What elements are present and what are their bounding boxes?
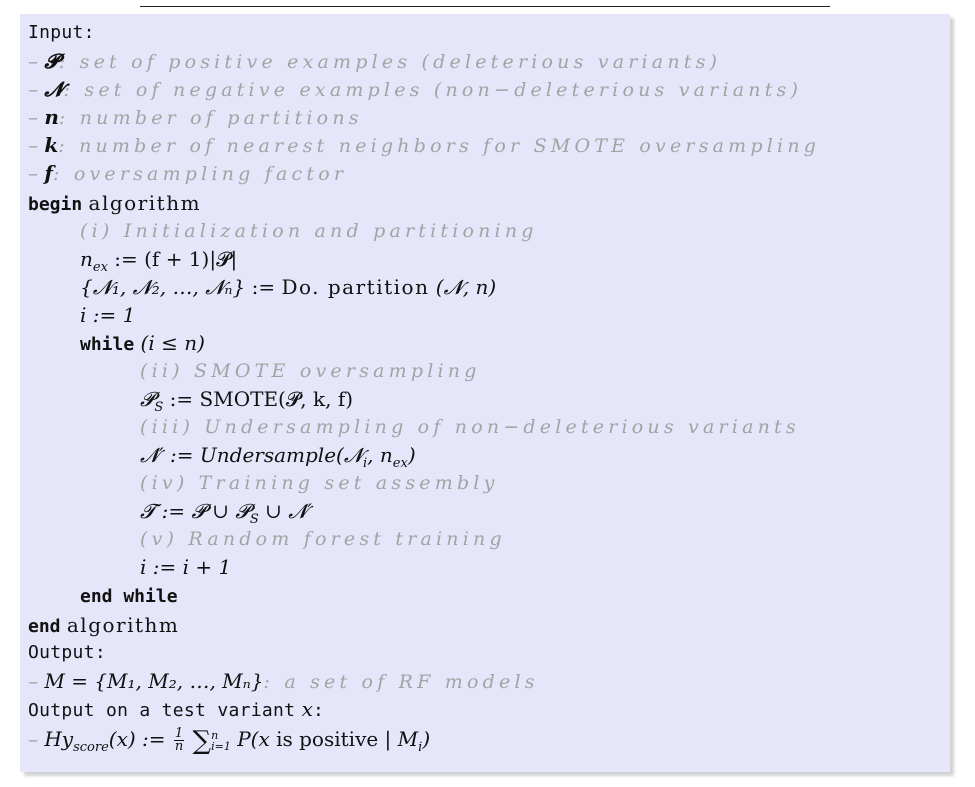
begin-algorithm-line: begin algorithm — [28, 189, 201, 217]
output-test-header: Output on a test variant — [28, 700, 296, 721]
algorithm-box: Input: – 𝓟: set of positive examples (de… — [20, 14, 950, 772]
input-header: Input: — [28, 22, 95, 43]
input-description: : oversampling factor — [52, 163, 348, 185]
end-algorithm-word: algorithm — [66, 613, 180, 637]
bullet-dash: – — [28, 669, 45, 693]
input-symbol: 𝓟 — [44, 49, 59, 73]
step-increment: i := i + 1 — [140, 555, 232, 579]
input-item-positive: – 𝓟: set of positive examples (deleterio… — [28, 47, 721, 75]
step-undersample: 𝓝′ := Undersample(𝓝i, nex) — [140, 443, 416, 471]
step-i-init: i := 1 — [80, 303, 136, 327]
input-item-factor: – f: oversampling factor — [28, 159, 347, 187]
score-formula-line: – Hyscore(x) := 1n ∑ n i=1 P(x is positive… — [28, 725, 431, 756]
sum-limits: n i=1 — [211, 728, 231, 753]
input-item-partitions: – n: number of partitions — [28, 103, 363, 131]
while-condition: (i ≤ n) — [140, 331, 205, 355]
input-description: : set of negative examples (non−deleteri… — [63, 79, 803, 101]
comment-undersampling: (iii) Undersampling of non−deleterious v… — [140, 416, 800, 438]
top-rule — [140, 6, 830, 7]
while-keyword: while — [80, 334, 135, 355]
step-nex: nex := (f + 1)|𝓟| — [80, 247, 238, 275]
begin-keyword: begin — [28, 194, 83, 215]
comment-initialization: (i) Initialization and partitioning — [80, 220, 538, 242]
end-keyword: end — [28, 616, 61, 637]
input-description: : set of positive examples (deleterious … — [58, 51, 722, 73]
step-partition: {𝓝₁, 𝓝₂, …, 𝓝ₙ} := Do. partition (𝓝, n) — [80, 275, 497, 299]
step-smote: 𝓟S := SMOTE(𝓟, k, f) — [140, 387, 354, 415]
output-test-variable: x — [301, 697, 313, 721]
output-item: – M = {M₁, M₂, …, Mₙ}: a set of RF model… — [28, 667, 539, 695]
bullet-dash: – — [28, 105, 45, 129]
output-test-line: Output on a test variant x: — [28, 695, 324, 723]
bullet-dash: – — [28, 49, 45, 73]
input-description: : number of partitions — [58, 107, 363, 129]
bullet-dash: – — [28, 161, 45, 185]
input-description: : number of nearest neighbors for SMOTE … — [58, 135, 821, 157]
input-symbol: k — [44, 133, 59, 157]
output-test-colon: : — [312, 700, 325, 721]
step-training-set: 𝓣 := 𝓟 ∪ 𝓟S ∪ 𝓝′ — [140, 499, 312, 527]
input-symbol: n — [44, 105, 59, 129]
algorithm-word: algorithm — [88, 191, 202, 215]
bullet-dash: – — [28, 133, 45, 157]
end-algorithm-line: end algorithm — [28, 611, 179, 639]
input-symbol: f — [44, 161, 53, 185]
output-header: Output: — [28, 642, 106, 663]
end-while-keyword: end while — [80, 586, 178, 607]
input-item-negative: – 𝓝: set of negative examples (non−delet… — [28, 75, 802, 103]
score-fraction: 1n — [173, 726, 185, 754]
input-item-neighbors: – k: number of nearest neighbors for SMO… — [28, 131, 820, 159]
comment-training-set: (iv) Training set assembly — [140, 472, 499, 494]
input-symbol: 𝓝 — [44, 77, 64, 101]
comment-random-forest: (v) Random forest training — [140, 528, 506, 550]
score-formula: Hyscore(x) := 1n ∑ n i=1 P(x is positive |… — [44, 726, 431, 756]
while-line: while (i ≤ n) — [80, 329, 205, 357]
output-set: M = {M₁, M₂, …, Mₙ} — [44, 669, 264, 693]
output-description: : a set of RF models — [263, 671, 539, 693]
bullet-dash: – — [28, 727, 45, 751]
comment-smote: (ii) SMOTE oversampling — [140, 360, 481, 382]
bullet-dash: – — [28, 77, 45, 101]
